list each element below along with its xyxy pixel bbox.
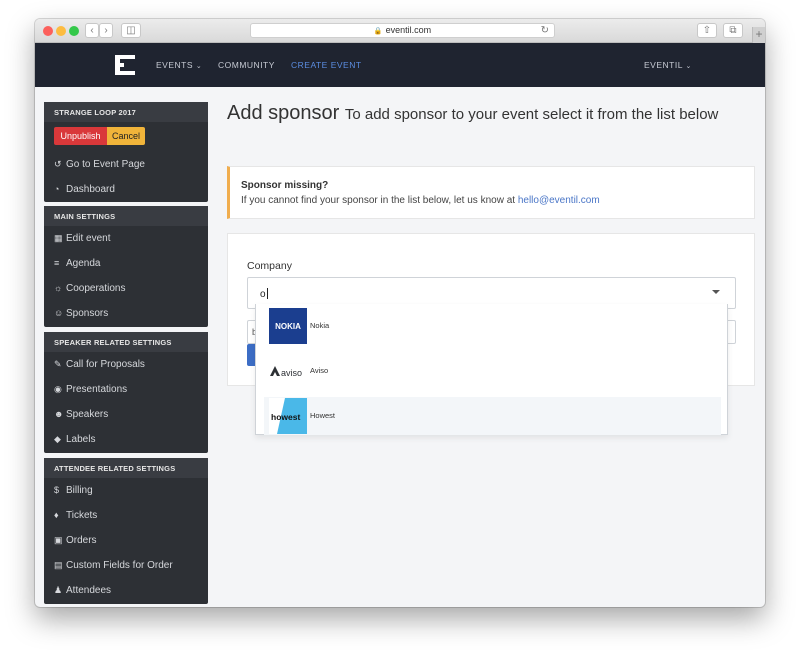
sidebar-main-settings-title: MAIN SETTINGS xyxy=(44,206,208,226)
sidebar-item-presentations[interactable]: ◉ Presentations xyxy=(44,377,208,402)
tabs-overview-icon[interactable]: ⧉ xyxy=(723,23,743,38)
new-tab-icon[interactable]: + xyxy=(752,27,765,43)
undo-icon: ↺ xyxy=(54,159,62,169)
sponsor-missing-alert: Sponsor missing? If you cannot find your… xyxy=(227,166,755,219)
sidebar-item-dashboard[interactable]: ◔ Dashboard xyxy=(44,177,208,202)
option-label: Aviso xyxy=(310,366,329,375)
howest-logo-icon: howest xyxy=(269,398,307,434)
user-plus-icon: ♟ xyxy=(54,585,63,595)
nav-create-event[interactable]: CREATE EVENT xyxy=(291,60,362,70)
user-circle-icon: ☺ xyxy=(54,308,64,318)
page-title: Add sponsor To add sponsor to your event… xyxy=(227,101,747,127)
dropdown-option-howest[interactable]: howest Howest xyxy=(264,397,721,435)
sidebar-item-agenda[interactable]: ≡ Agenda xyxy=(44,251,208,276)
company-label: Company xyxy=(247,260,292,272)
sidebar-speaker-settings-title: SPEAKER RELATED SETTINGS xyxy=(44,332,208,352)
unpublish-button[interactable]: Unpublish xyxy=(54,127,107,145)
sidebar-item-labels[interactable]: ◆ Labels xyxy=(44,427,208,452)
sidebar-item-orders[interactable]: ▣ Orders xyxy=(44,528,208,553)
sidebar-item-speakers[interactable]: ☻ Speakers xyxy=(44,402,208,427)
url-text: eventil.com xyxy=(385,25,432,35)
podcast-icon: ◉ xyxy=(54,384,62,394)
lock-icon: 🔒 xyxy=(373,28,383,35)
option-label: Howest xyxy=(310,411,336,420)
handshake-icon: ☼ xyxy=(54,283,63,293)
aviso-logo-icon: aviso xyxy=(269,353,307,389)
sidebar-attendee-settings-title: ATTENDEE RELATED SETTINGS xyxy=(44,458,208,478)
nav-community[interactable]: COMMUNITY xyxy=(218,60,275,70)
alert-text: If you cannot find your sponsor in the l… xyxy=(241,195,600,206)
alert-title: Sponsor missing? xyxy=(241,180,329,191)
browser-toolbar: ‹ › ◫ 🔒 eventil.com ↻ ⇧ ⧉ + xyxy=(35,19,765,43)
sidebar-item-edit-event[interactable]: ▦ Edit event xyxy=(44,226,208,251)
browser-window: ‹ › ◫ 🔒 eventil.com ↻ ⇧ ⧉ + EVENTS ⌄ COMM… xyxy=(35,19,765,607)
dashboard-icon: ◔ xyxy=(54,184,60,194)
tags-icon: ◆ xyxy=(54,434,61,444)
chevron-down-icon: ⌄ xyxy=(195,63,203,70)
dollar-icon: $ xyxy=(54,485,60,495)
sidebar-item-tickets[interactable]: ♦ Tickets xyxy=(44,503,208,528)
page-title-text: Add sponsor xyxy=(227,102,340,124)
list-icon: ≡ xyxy=(54,258,60,268)
cancel-button[interactable]: Cancel xyxy=(107,127,145,145)
forward-icon[interactable]: › xyxy=(99,23,113,38)
minimize-window-icon[interactable] xyxy=(56,26,66,36)
contact-email-link[interactable]: hello@eventil.com xyxy=(518,195,600,206)
sidebar-item-go-to-event-page[interactable]: ↺ Go to Event Page xyxy=(44,152,208,177)
bullhorn-icon: ✎ xyxy=(54,359,62,369)
sidebar-item-cooperations[interactable]: ☼ Cooperations xyxy=(44,276,208,301)
text-cursor xyxy=(266,288,268,299)
ticket-icon: ♦ xyxy=(54,510,59,520)
sidebar-item-attendees[interactable]: ♟ Attendees xyxy=(44,578,208,603)
nav-events[interactable]: EVENTS ⌄ xyxy=(156,60,202,70)
sidebar-event-title: STRANGE LOOP 2017 xyxy=(44,102,208,122)
sidebar-item-call-for-proposals[interactable]: ✎ Call for Proposals xyxy=(44,352,208,377)
svg-text:aviso: aviso xyxy=(281,368,302,378)
option-label: Nokia xyxy=(310,321,330,330)
company-dropdown: NOKIA Nokia aviso Aviso howest Howest xyxy=(255,304,728,435)
address-bar[interactable]: 🔒 eventil.com ↻ xyxy=(250,23,555,38)
sidebar-main-settings: MAIN SETTINGS ▦ Edit event ≡ Agenda ☼ Coope… xyxy=(44,206,208,327)
sidebar-item-billing[interactable]: $ Billing xyxy=(44,478,208,503)
reload-icon[interactable]: ↻ xyxy=(541,24,549,37)
sidebar-toggle-icon[interactable]: ◫ xyxy=(121,23,141,38)
svg-text:howest: howest xyxy=(271,412,300,422)
shopping-basket-icon: ▣ xyxy=(54,535,63,545)
zoom-window-icon[interactable] xyxy=(69,26,79,36)
company-search-input[interactable]: o xyxy=(255,284,727,304)
sidebar-item-sponsors[interactable]: ☺ Sponsors xyxy=(44,301,208,326)
share-icon[interactable]: ⇧ xyxy=(697,23,717,38)
calendar-icon: ▦ xyxy=(54,233,63,243)
sidebar-item-custom-fields[interactable]: ▤ Custom Fields for Order xyxy=(44,553,208,578)
eventil-logo-icon[interactable] xyxy=(115,55,135,75)
dropdown-option-nokia[interactable]: NOKIA Nokia xyxy=(264,307,721,345)
chevron-down-icon: ⌄ xyxy=(685,63,692,70)
sidebar-event-section: STRANGE LOOP 2017 Unpublish Cancel ↺ Go t… xyxy=(44,102,208,202)
dropdown-option-aviso[interactable]: aviso Aviso xyxy=(264,352,721,390)
back-icon[interactable]: ‹ xyxy=(85,23,99,38)
svg-text:NOKIA: NOKIA xyxy=(275,322,301,331)
close-window-icon[interactable] xyxy=(43,26,53,36)
user-menu[interactable]: EVENTIL ⌄ xyxy=(644,60,692,70)
site-navbar: EVENTS ⌄ COMMUNITY CREATE EVENT EVENTIL … xyxy=(35,43,765,87)
users-icon: ☻ xyxy=(54,409,64,419)
page-subtitle: To add sponsor to your event select it f… xyxy=(344,106,719,123)
sidebar-speaker-settings: SPEAKER RELATED SETTINGS ✎ Call for Propo… xyxy=(44,332,208,453)
form-icon: ▤ xyxy=(54,560,63,570)
nokia-logo-icon: NOKIA xyxy=(269,308,307,344)
sidebar-attendee-settings: ATTENDEE RELATED SETTINGS $ Billing ♦ Tick… xyxy=(44,458,208,604)
